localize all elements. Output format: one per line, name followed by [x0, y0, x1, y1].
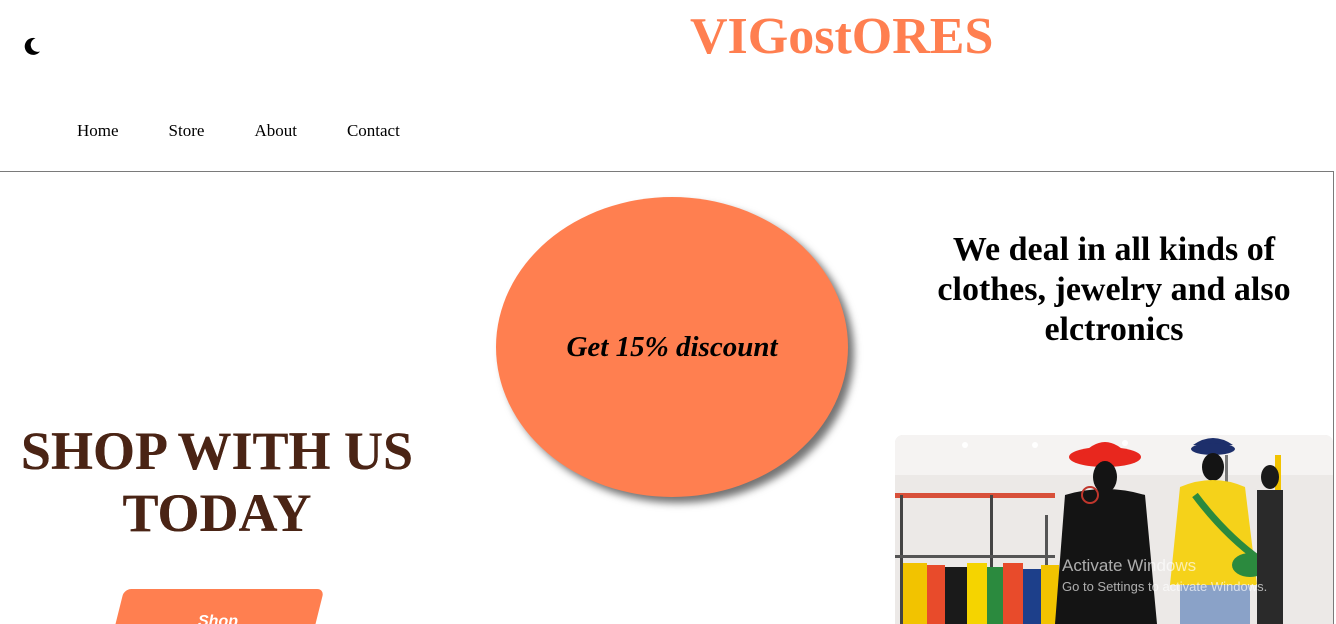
page: VIGostORES Home Store About Contact SHOP… [0, 0, 1336, 624]
discount-text: Get 15% discount [566, 330, 778, 363]
hero-title: SHOP WITH US TODAY [0, 420, 434, 544]
shop-button[interactable]: Shop [111, 589, 325, 624]
shop-button-label: Shop [198, 613, 238, 624]
header-divider [0, 171, 1334, 172]
nav-contact[interactable]: Contact [347, 121, 400, 141]
nav-home[interactable]: Home [77, 121, 119, 141]
discount-badge: Get 15% discount [496, 197, 848, 497]
nav-store[interactable]: Store [169, 121, 205, 141]
store-photo [895, 435, 1333, 624]
store-tagline: We deal in all kinds of clothes, jewelry… [937, 231, 1291, 348]
hero-title-line1: SHOP WITH US [20, 421, 414, 481]
site-header: VIGostORES Home Store About Contact [0, 0, 1336, 172]
site-logo[interactable]: VIGostORES [690, 6, 993, 68]
nav-about[interactable]: About [254, 121, 297, 141]
main-nav: Home Store About Contact [77, 121, 450, 141]
moon-icon[interactable] [20, 34, 44, 58]
hero-title-line2: TODAY [122, 483, 312, 543]
content-border [1333, 171, 1334, 624]
